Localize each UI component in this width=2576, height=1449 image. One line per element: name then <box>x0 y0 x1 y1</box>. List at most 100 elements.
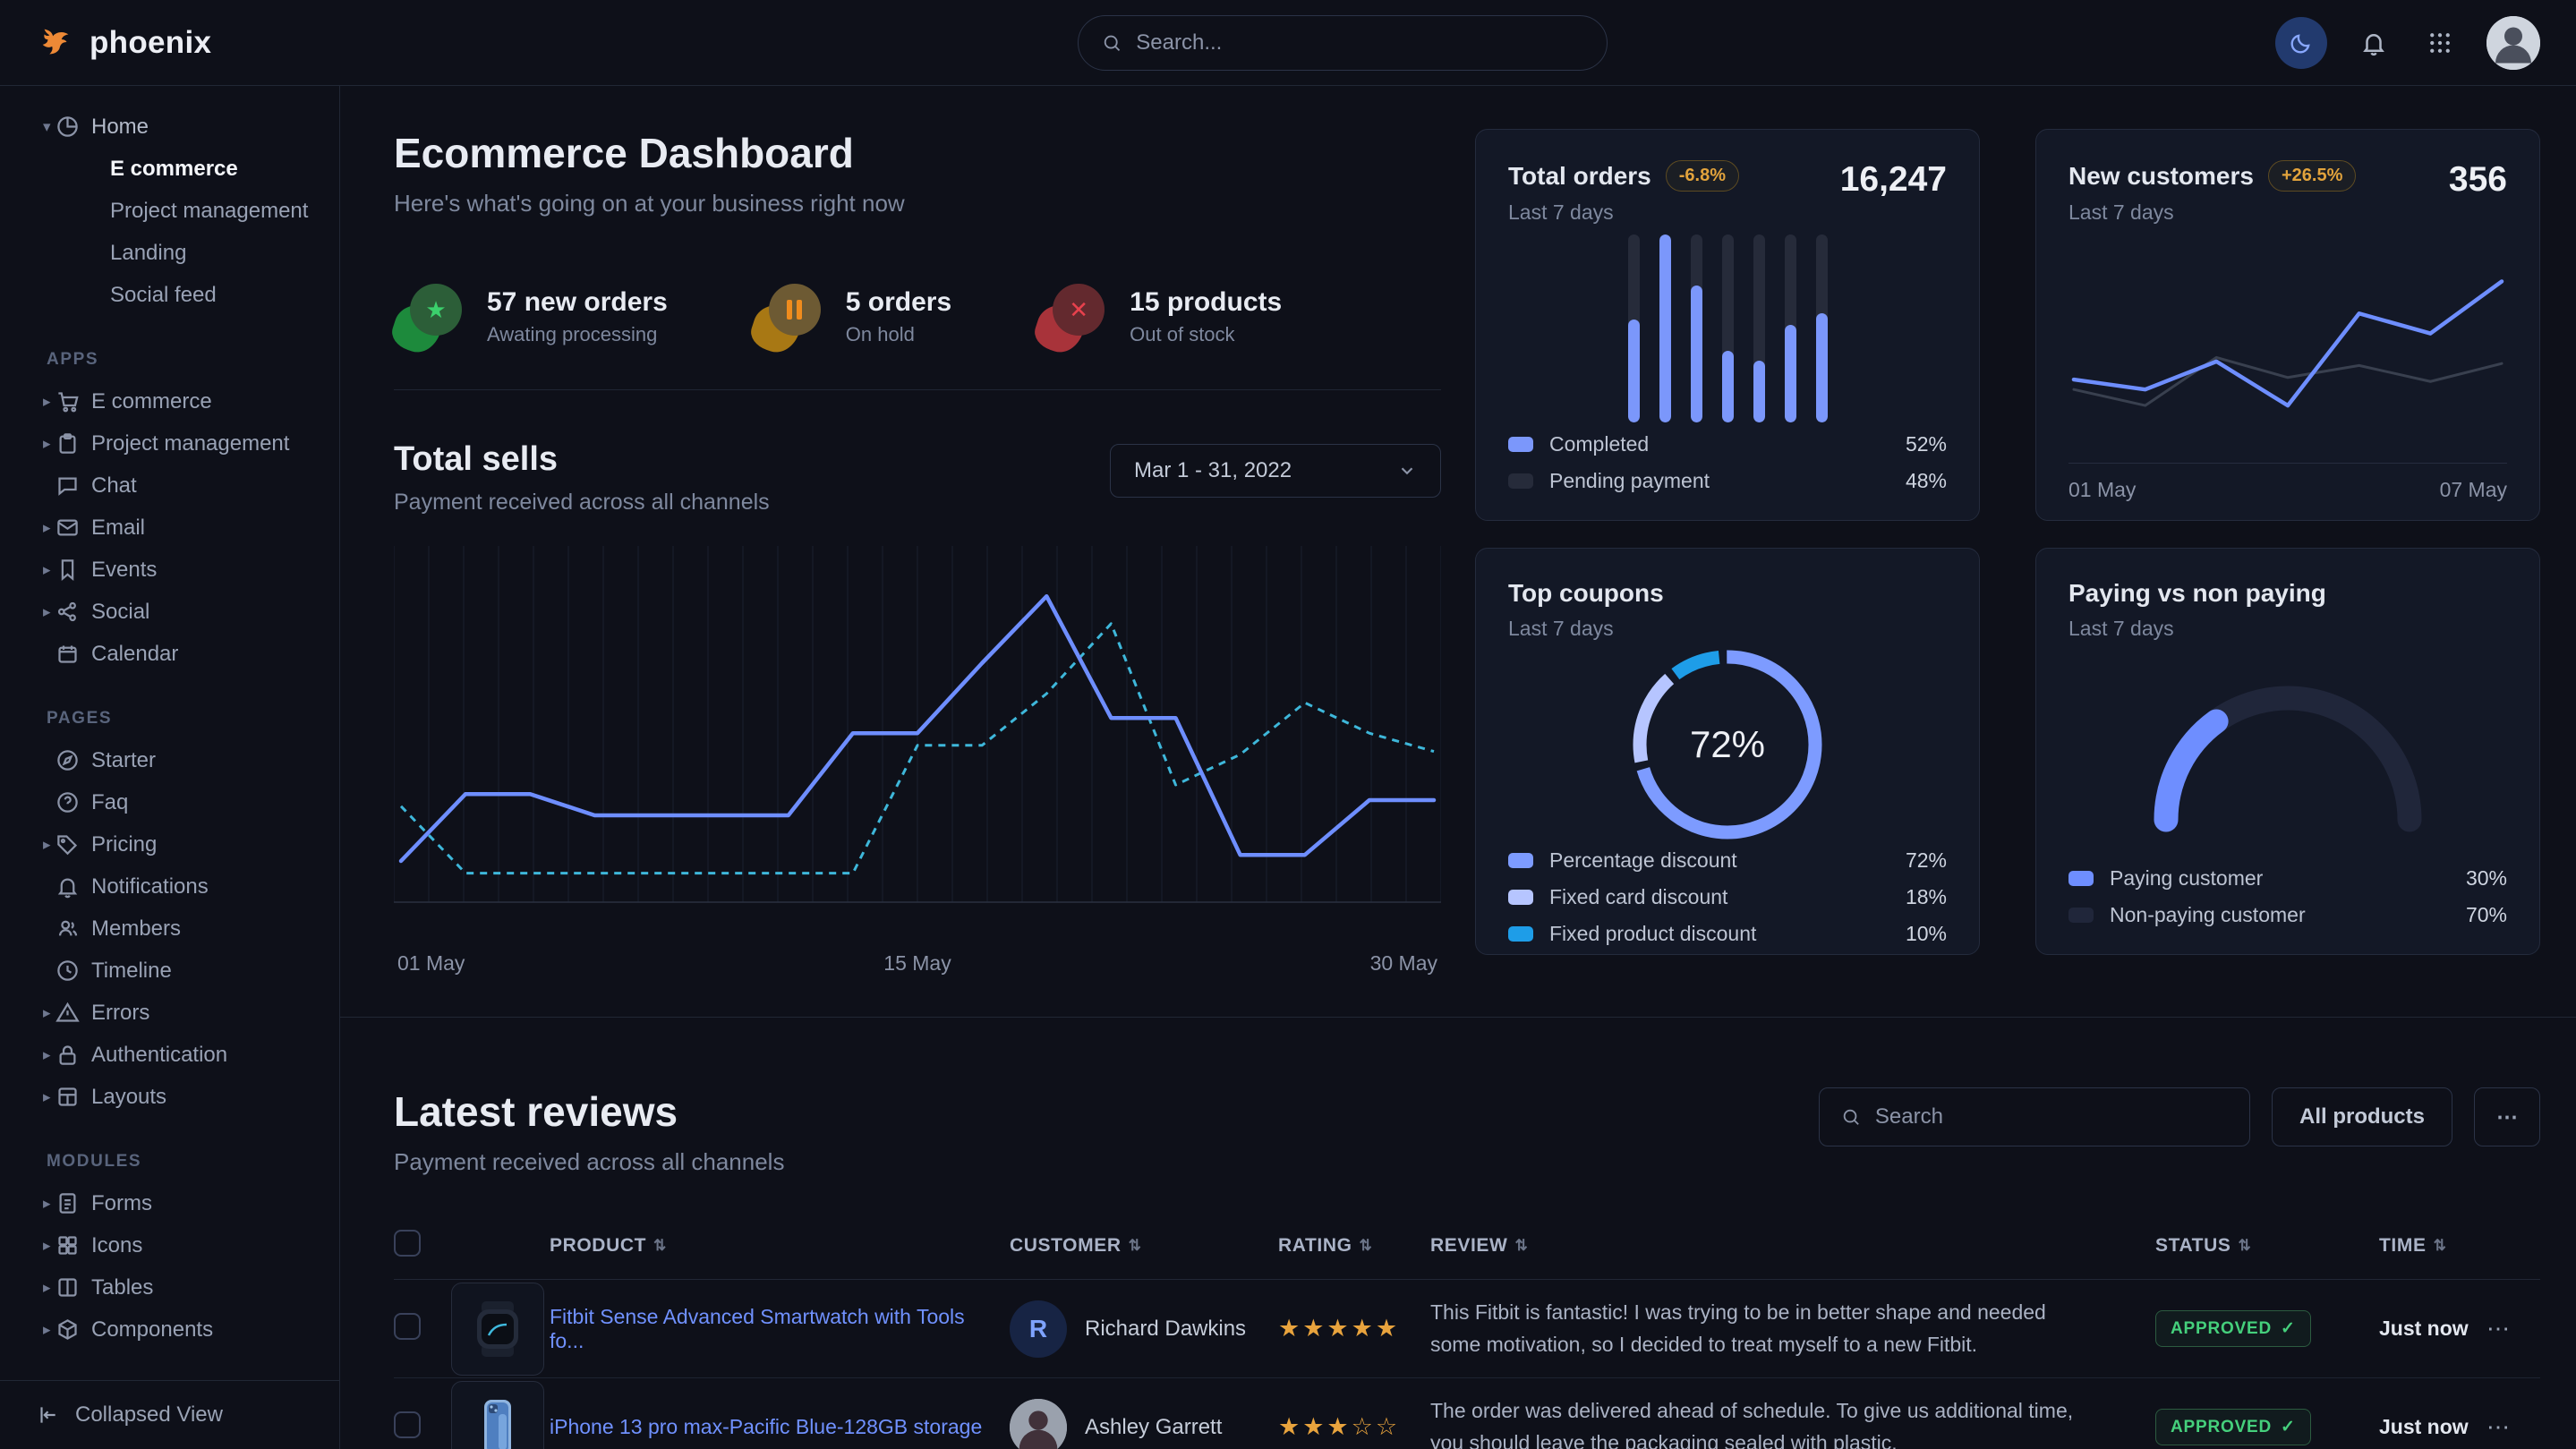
sidebar-item-members[interactable]: Members <box>0 908 339 950</box>
sidebar-item-layouts[interactable]: ▸ Layouts <box>0 1076 339 1118</box>
collapse-sidebar-button[interactable]: Collapsed View <box>0 1380 339 1449</box>
grid-dots-icon <box>2427 30 2453 56</box>
cart-icon <box>55 389 80 413</box>
caret-right-icon: ▸ <box>43 603 51 621</box>
status-badge: APPROVED✓ <box>2155 1310 2311 1347</box>
rating-stars: ★★★☆☆ <box>1278 1413 1430 1441</box>
global-search[interactable] <box>1078 15 1608 71</box>
apps-menu-button[interactable] <box>2420 23 2460 63</box>
mail-icon <box>55 516 80 540</box>
phoenix-logo-icon <box>36 22 77 64</box>
profile-avatar[interactable] <box>2486 16 2540 70</box>
row-checkbox[interactable] <box>394 1411 421 1438</box>
sidebar-item-faq[interactable]: Faq <box>0 781 339 823</box>
sidebar-item-notifications[interactable]: Notifications <box>0 865 339 908</box>
sidebar-item-email[interactable]: ▸ Email <box>0 507 339 549</box>
caret-right-icon: ▸ <box>43 435 51 453</box>
help-icon <box>55 790 80 814</box>
check-icon: ✓ <box>2281 1417 2296 1437</box>
sidebar-item-label: Members <box>91 916 181 942</box>
theme-toggle-button[interactable] <box>2275 17 2327 69</box>
donut-center-label: 72% <box>1690 723 1765 766</box>
row-actions-button[interactable]: ⋯ <box>2486 1315 2540 1342</box>
table-row: Fitbit Sense Advanced Smartwatch with To… <box>394 1280 2540 1378</box>
sort-icon: ⇅ <box>2238 1237 2251 1255</box>
sidebar-item-timeline[interactable]: Timeline <box>0 950 339 992</box>
sidebar-item-social[interactable]: ▸ Social <box>0 591 339 633</box>
more-options-button[interactable]: ⋯ <box>2474 1087 2540 1146</box>
page-title: Ecommerce Dashboard <box>394 129 1441 177</box>
sidebar-item-label: Pricing <box>91 832 157 857</box>
main-content: Ecommerce Dashboard Here's what's going … <box>340 86 2576 1449</box>
column-header-time[interactable]: TIME⇅ <box>2379 1235 2486 1257</box>
product-link[interactable]: iPhone 13 pro max-Pacific Blue-128GB sto… <box>550 1415 1010 1439</box>
column-header-status[interactable]: STATUS⇅ <box>2155 1235 2379 1257</box>
sidebar-item-social-feed[interactable]: Social feed <box>0 274 339 316</box>
sidebar-item-label: Forms <box>91 1191 152 1216</box>
reviews-search[interactable] <box>1819 1087 2250 1146</box>
app-window: phoenix ▾ Home <box>0 0 2576 1449</box>
sidebar-item-pricing[interactable]: ▸ Pricing <box>0 823 339 865</box>
sidebar-item-icons[interactable]: ▸ Icons <box>0 1224 339 1266</box>
notifications-button[interactable] <box>2354 23 2393 63</box>
star-icon: ★ <box>410 284 462 336</box>
select-all-checkbox[interactable] <box>394 1230 421 1257</box>
latest-reviews-section: Latest reviews Payment received across a… <box>340 1018 2576 1449</box>
column-header-review[interactable]: REVIEW⇅ <box>1430 1235 2155 1257</box>
stat-value: 15 products <box>1130 287 1282 318</box>
sidebar-item-label: Layouts <box>91 1085 166 1110</box>
sidebar-item-home[interactable]: ▾ Home <box>0 106 339 148</box>
status-badge: APPROVED✓ <box>2155 1409 2311 1445</box>
legend-value: 72% <box>1906 848 1947 873</box>
table-row: iPhone 13 pro max-Pacific Blue-128GB sto… <box>394 1378 2540 1449</box>
column-header-customer[interactable]: CUSTOMER⇅ <box>1010 1235 1278 1257</box>
sidebar-item-ecommerce-app[interactable]: ▸ E commerce <box>0 380 339 422</box>
sidebar-item-events[interactable]: ▸ Events <box>0 549 339 591</box>
sidebar-item-authentication[interactable]: ▸ Authentication <box>0 1034 339 1076</box>
reviews-search-input[interactable] <box>1875 1104 2228 1129</box>
row-checkbox[interactable] <box>394 1313 421 1340</box>
table-icon <box>55 1275 80 1300</box>
product-thumbnail[interactable] <box>451 1381 544 1449</box>
share-icon <box>55 600 80 624</box>
legend-swatch <box>2068 871 2094 886</box>
global-search-input[interactable] <box>1136 30 1583 55</box>
row-actions-button[interactable]: ⋯ <box>2486 1413 2540 1441</box>
sidebar-item-project-management-app[interactable]: ▸ Project management <box>0 422 339 465</box>
legend-swatch <box>2068 908 2094 923</box>
sidebar-item-starter[interactable]: Starter <box>0 739 339 781</box>
sidebar-item-errors[interactable]: ▸ Errors <box>0 992 339 1034</box>
sidebar-item-forms[interactable]: ▸ Forms <box>0 1182 339 1224</box>
all-products-button[interactable]: All products <box>2272 1087 2452 1146</box>
section-label-pages: PAGES <box>0 709 339 729</box>
sidebar-item-tables[interactable]: ▸ Tables <box>0 1266 339 1308</box>
card-title: Total orders <box>1508 162 1651 191</box>
review-text: This Fitbit is fantastic! I was trying t… <box>1430 1297 2155 1360</box>
column-header-product[interactable]: PRODUCT⇅ <box>550 1235 1010 1257</box>
product-thumbnail[interactable] <box>451 1283 544 1376</box>
legend-label: Completed <box>1549 432 1649 456</box>
sort-icon: ⇅ <box>1514 1237 1528 1255</box>
sidebar-item-components[interactable]: ▸ Components <box>0 1308 339 1351</box>
brand-logo[interactable]: phoenix <box>36 22 211 64</box>
sidebar-item-landing[interactable]: Landing <box>0 232 339 274</box>
section-label-modules: MODULES <box>0 1152 339 1172</box>
sidebar-item-label: Home <box>91 115 149 140</box>
smartwatch-image <box>466 1298 529 1360</box>
sidebar-item-chat[interactable]: Chat <box>0 465 339 507</box>
product-link[interactable]: Fitbit Sense Advanced Smartwatch with To… <box>550 1305 1010 1353</box>
total-orders-card: Total orders -6.8% Last 7 days 16,247 <box>1475 129 1980 521</box>
sidebar-item-project-management-home[interactable]: Project management <box>0 190 339 232</box>
date-range-select[interactable]: Mar 1 - 31, 2022 <box>1110 444 1441 498</box>
layout-icon <box>55 1085 80 1109</box>
sidebar-item-ecommerce-home[interactable]: E commerce <box>0 148 339 190</box>
search-icon <box>1102 32 1122 54</box>
sort-icon: ⇅ <box>653 1237 667 1255</box>
sidebar-item-label: Chat <box>91 473 137 499</box>
collapse-icon <box>36 1403 59 1427</box>
bell-icon <box>55 874 80 899</box>
column-header-rating[interactable]: RATING⇅ <box>1278 1235 1430 1257</box>
legend-row: Pending payment 48% <box>1508 469 1947 493</box>
sidebar-item-calendar[interactable]: Calendar <box>0 633 339 675</box>
sidebar-item-label: Calendar <box>91 642 178 667</box>
